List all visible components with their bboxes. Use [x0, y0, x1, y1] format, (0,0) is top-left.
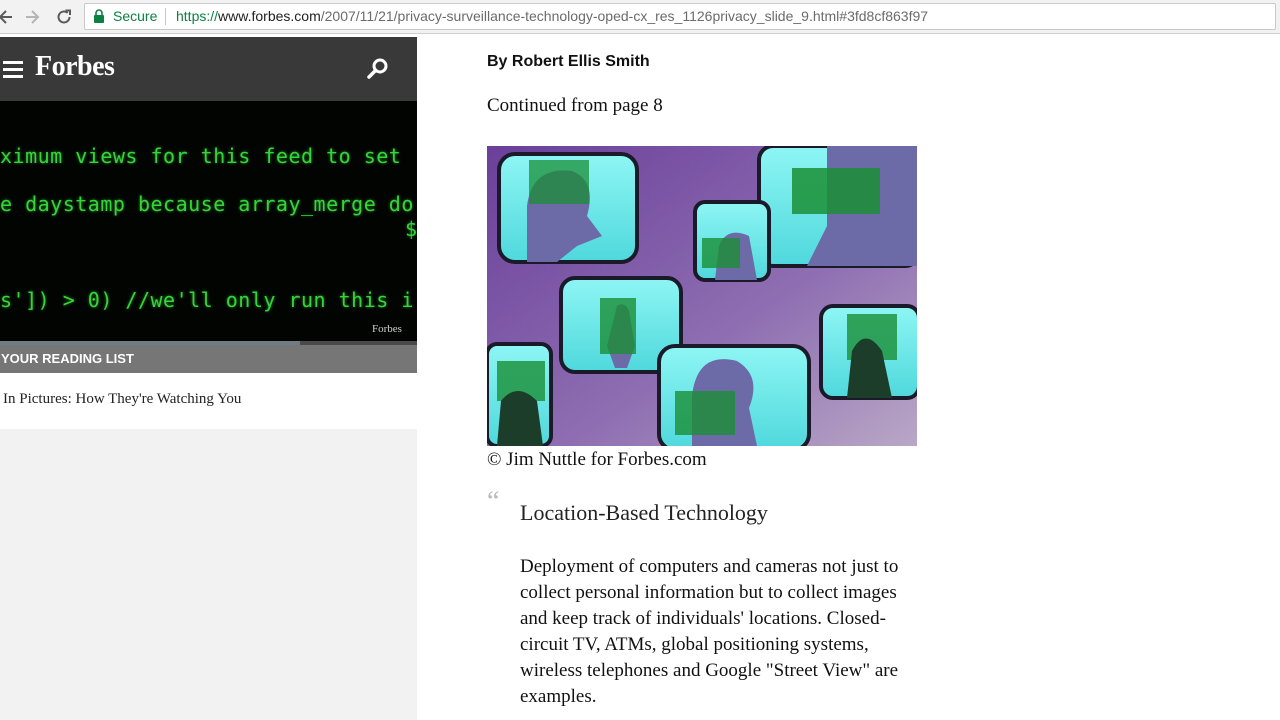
address-bar[interactable]: Secure https://www.forbes.com/2007/11/21… [84, 3, 1276, 30]
reading-list-item-label[interactable]: In Pictures: How They're Watching You [3, 391, 241, 408]
lock-icon [94, 9, 104, 23]
url-scheme: https:// [176, 8, 219, 24]
menu-icon[interactable] [3, 61, 23, 78]
url-host: www.forbes.com [218, 8, 321, 24]
reading-list-header: YOUR READING LIST [0, 345, 417, 373]
left-column: Forbes ximum views for this feed to set … [0, 37, 417, 720]
reload-icon[interactable] [54, 7, 74, 27]
forward-arrow-icon[interactable] [22, 7, 42, 27]
security-label: Secure [113, 8, 158, 24]
continued-note: Continued from page 8 [487, 95, 663, 116]
section-heading: Location-Based Technology [520, 500, 768, 525]
article-illustration [487, 146, 917, 446]
back-arrow-icon[interactable] [0, 7, 16, 27]
quote-mark-icon: “ [487, 486, 500, 517]
url-text: https://www.forbes.com/2007/11/21/privac… [176, 8, 928, 24]
reading-list-title: YOUR READING LIST [1, 351, 134, 366]
code-line: $ [405, 217, 417, 241]
article-byline: By Robert Ellis Smith [487, 53, 650, 70]
code-line: s']) > 0) //we'll only run this i [0, 288, 414, 312]
code-line: e daystamp because array_merge do [0, 192, 414, 216]
browser-toolbar: Secure https://www.forbes.com/2007/11/21… [0, 0, 1280, 34]
hero-image: ximum views for this feed to set e dayst… [0, 101, 417, 341]
search-icon[interactable] [366, 57, 390, 81]
forbes-logo[interactable]: Forbes [35, 51, 115, 83]
article-body: Deployment of computers and cameras not … [520, 556, 899, 707]
image-credit: © Jim Nuttle for Forbes.com [487, 449, 707, 470]
address-separator [165, 8, 166, 25]
url-path: /2007/11/21/privacy-surveillance-technol… [320, 8, 929, 24]
site-header: Forbes [0, 37, 417, 101]
reading-list-item[interactable]: In Pictures: How They're Watching You [0, 373, 417, 429]
hero-watermark: Forbes [372, 323, 402, 335]
code-line: ximum views for this feed to set [0, 144, 402, 168]
